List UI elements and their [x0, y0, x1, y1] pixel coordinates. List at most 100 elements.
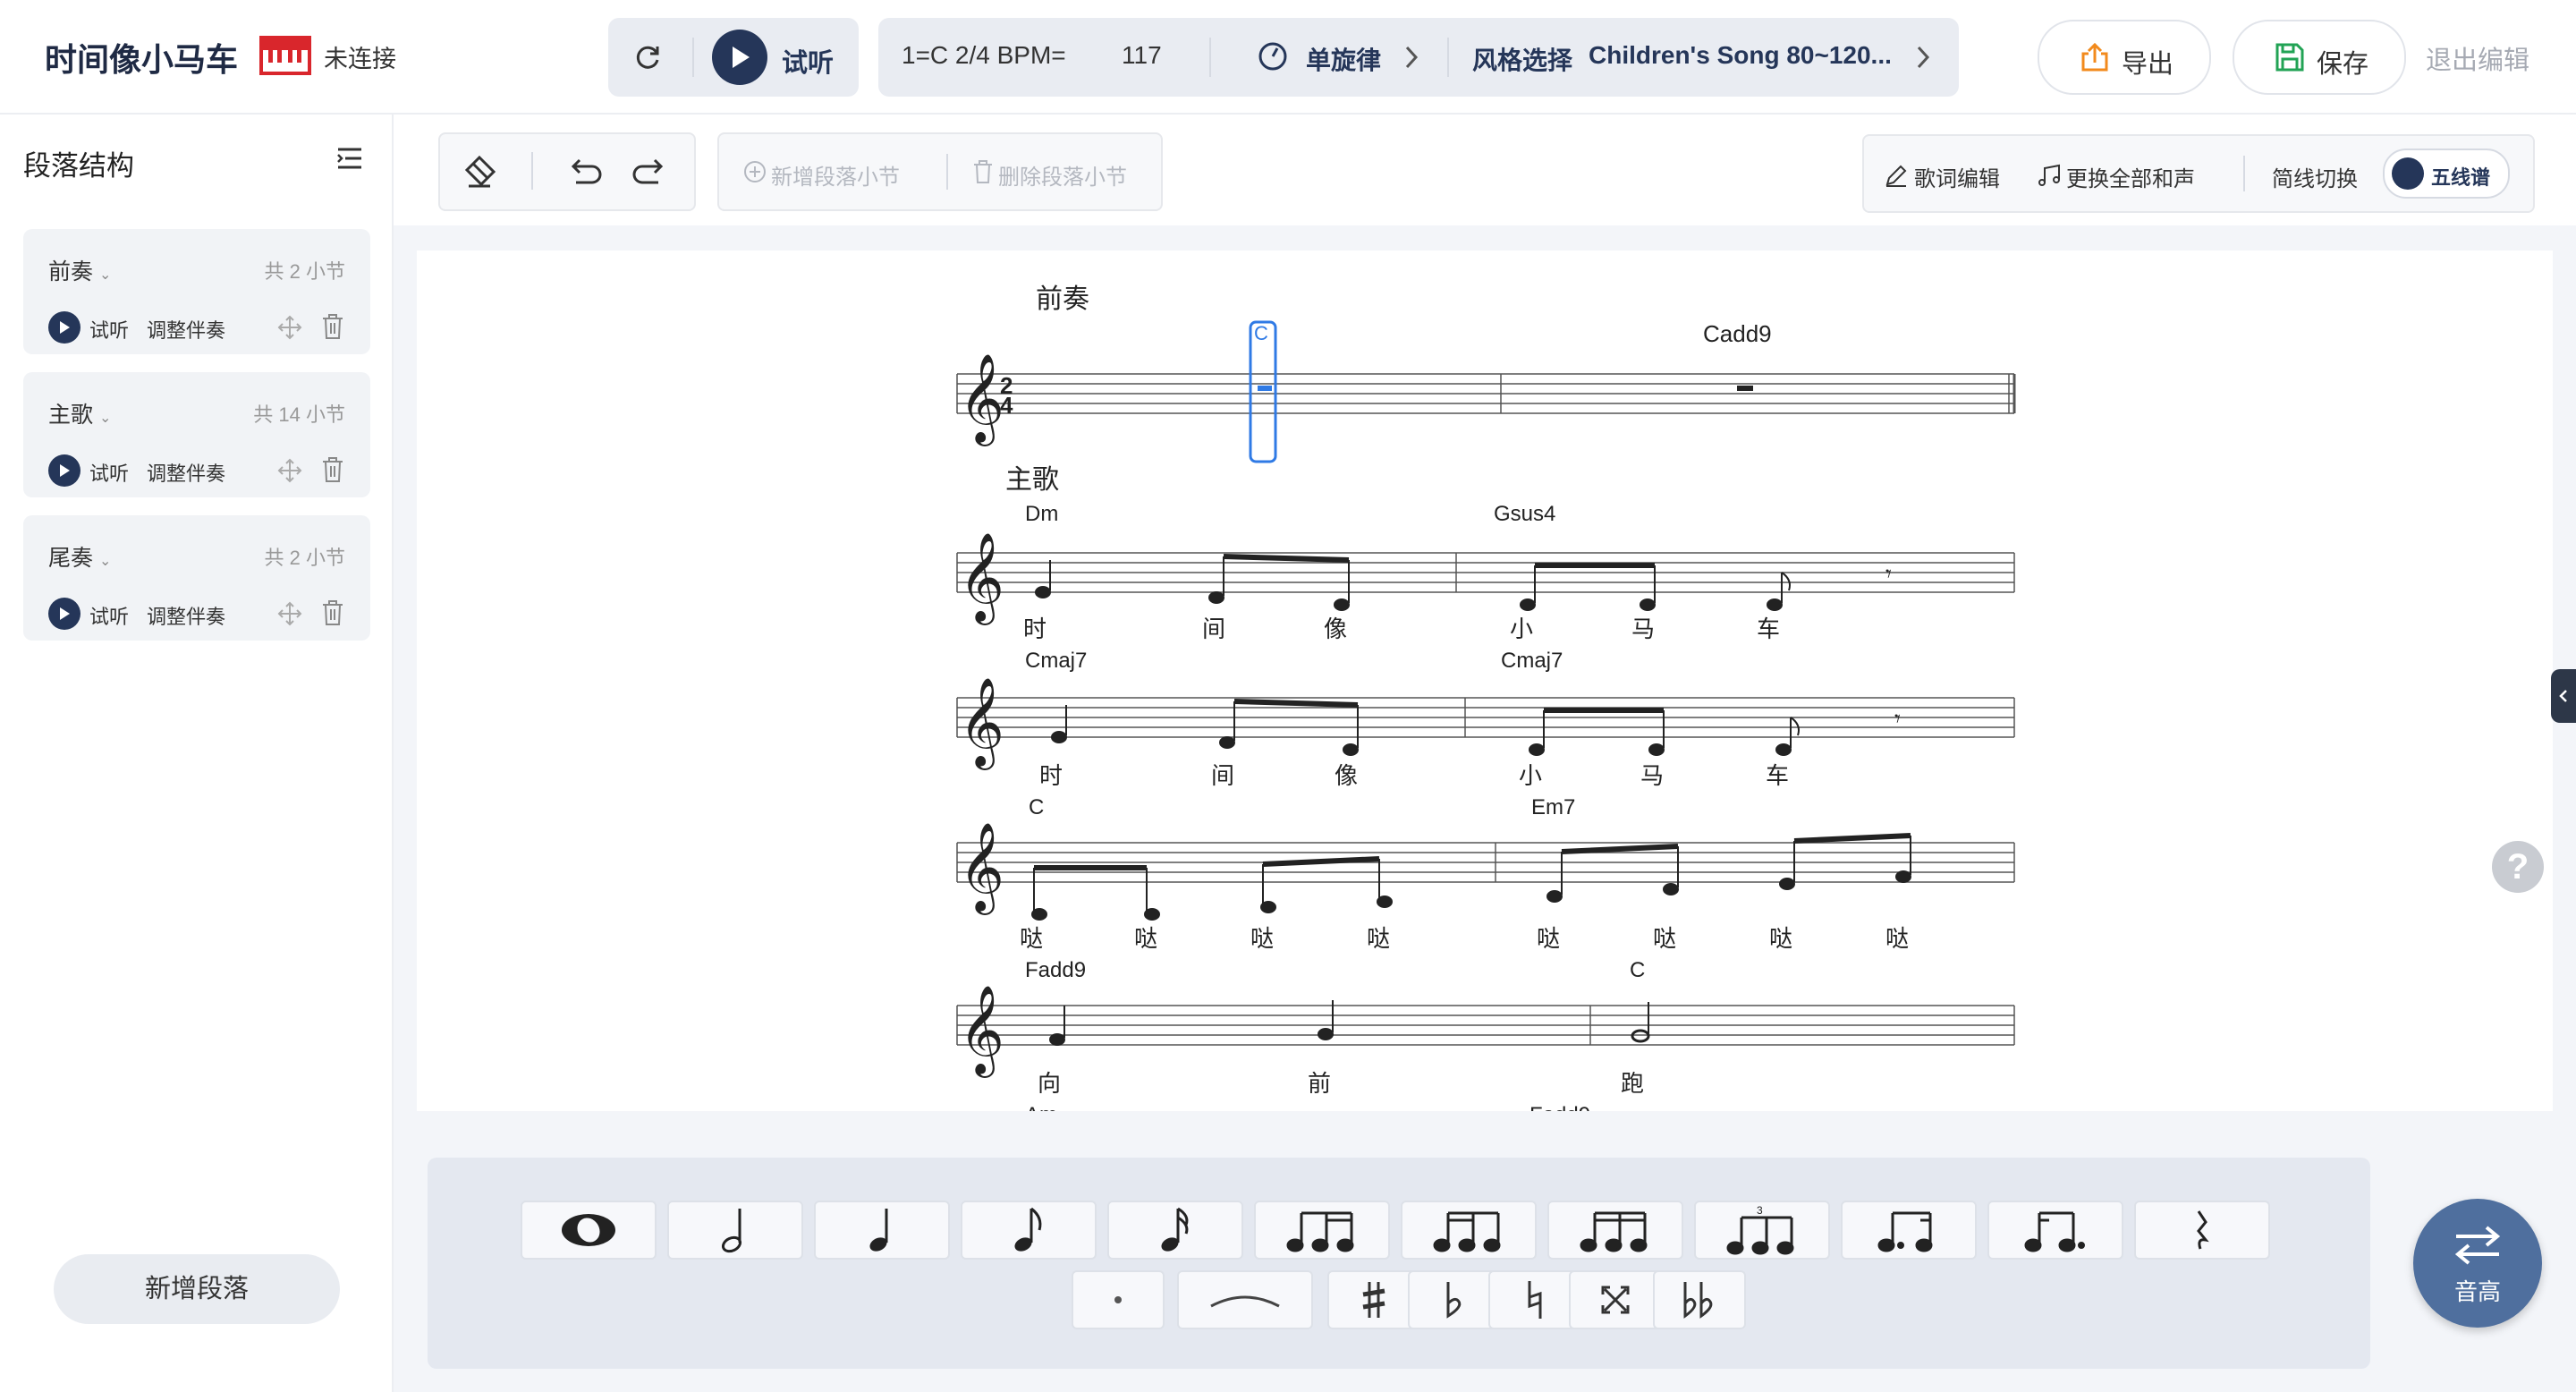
- move-icon[interactable]: [277, 315, 302, 340]
- chord-label[interactable]: C: [1254, 322, 1268, 344]
- chord-label[interactable]: Fadd9: [1530, 1103, 1590, 1111]
- trash-icon[interactable]: [320, 456, 345, 483]
- adjust-accompaniment-button[interactable]: 调整伴奏: [147, 315, 225, 344]
- lyrics-row-3[interactable]: 哒 哒 哒 哒 哒 哒 哒 哒: [1020, 925, 1909, 952]
- chord-label[interactable]: Am: [1025, 1103, 1057, 1111]
- quarter-note-button[interactable]: [814, 1201, 950, 1260]
- section-card-outro[interactable]: 尾奏 ⌄ 共 2 小节 试听 调整伴奏: [23, 515, 370, 641]
- section-card-verse[interactable]: 主歌 ⌄ 共 14 小节 试听 调整伴奏: [23, 372, 370, 497]
- lyrics-edit-button[interactable]: 歌词编辑: [1914, 161, 2000, 192]
- lyric[interactable]: 向: [1038, 1070, 1061, 1097]
- half-note-button[interactable]: [667, 1201, 803, 1260]
- lyric[interactable]: 小: [1519, 762, 1542, 789]
- score-canvas[interactable]: 前奏 主歌 𝄞 2 4 C Cadd9 𝄞 Dm Gsus4 𝄾 时 间 像 小…: [417, 250, 2553, 1111]
- melody-mode-selector[interactable]: 单旋律: [1306, 41, 1381, 77]
- natural-button[interactable]: [1488, 1270, 1581, 1329]
- undo-icon[interactable]: [565, 156, 603, 190]
- tie-button[interactable]: [1177, 1270, 1313, 1329]
- add-section-button[interactable]: 新增段落: [54, 1254, 340, 1324]
- collapse-panel-tab[interactable]: [2551, 669, 2576, 723]
- chord-label[interactable]: Cadd9: [1703, 320, 1772, 347]
- eighth-rest[interactable]: 𝄾: [1894, 705, 1901, 732]
- chord-label[interactable]: C: [1630, 958, 1645, 982]
- section-name[interactable]: 前奏 ⌄: [48, 254, 111, 286]
- eighth-two-sixteenths-button[interactable]: [1254, 1201, 1390, 1260]
- section-card-intro[interactable]: 前奏 ⌄ 共 2 小节 试听 调整伴奏: [23, 229, 370, 354]
- help-button[interactable]: ?: [2492, 841, 2544, 893]
- lyric[interactable]: 哒: [1769, 925, 1792, 952]
- chord-label[interactable]: Cmaj7: [1501, 649, 1563, 673]
- adjust-accompaniment-button[interactable]: 调整伴奏: [147, 601, 225, 630]
- replace-chords-button[interactable]: 更换全部和声: [2066, 161, 2195, 192]
- lyric[interactable]: 像: [1324, 615, 1347, 642]
- notes-row-4[interactable]: [1049, 1000, 1650, 1046]
- eighth-note-button[interactable]: [961, 1201, 1097, 1260]
- section-audition-label[interactable]: 试听: [89, 601, 129, 630]
- chord-label[interactable]: Em7: [1531, 795, 1575, 819]
- move-icon[interactable]: [277, 458, 302, 483]
- lyric[interactable]: 哒: [1134, 925, 1157, 952]
- whole-note-button[interactable]: [521, 1201, 657, 1260]
- lyric[interactable]: 时: [1023, 615, 1046, 642]
- audition-button-label[interactable]: 试听: [782, 42, 834, 80]
- redo-icon[interactable]: [631, 156, 669, 190]
- trash-icon[interactable]: [320, 313, 345, 340]
- chord-label[interactable]: C: [1029, 795, 1044, 819]
- trash-icon[interactable]: [320, 599, 345, 626]
- lyric[interactable]: 车: [1766, 762, 1789, 789]
- sixteenth-dotted-eighth-button[interactable]: [1987, 1201, 2123, 1260]
- export-button[interactable]: 导出: [2038, 20, 2211, 95]
- lyric[interactable]: 哒: [1653, 925, 1676, 952]
- section-play-button[interactable]: [48, 454, 80, 487]
- notes-row-3[interactable]: [1031, 833, 1911, 921]
- add-measure-button[interactable]: 新增段落小节: [771, 159, 900, 191]
- four-sixteenths-button[interactable]: [1547, 1201, 1683, 1260]
- eraser-icon[interactable]: [462, 154, 497, 190]
- lyric[interactable]: 马: [1631, 615, 1655, 642]
- delete-measure-button[interactable]: 删除段落小节: [998, 159, 1127, 191]
- section-name[interactable]: 尾奏 ⌄: [48, 540, 111, 573]
- quarter-rest-button[interactable]: [2134, 1201, 2270, 1260]
- lyric[interactable]: 间: [1202, 615, 1225, 642]
- notes-row-2[interactable]: [1051, 699, 1800, 756]
- lyric[interactable]: 前: [1308, 1070, 1331, 1097]
- lyric[interactable]: 哒: [1250, 925, 1274, 952]
- exit-edit-link[interactable]: 退出编辑: [2426, 39, 2529, 77]
- lyric[interactable]: 车: [1757, 615, 1780, 642]
- double-flat-button[interactable]: [1653, 1270, 1746, 1329]
- list-menu-icon[interactable]: [336, 147, 363, 170]
- notation-toggle[interactable]: 五线谱: [2383, 149, 2510, 199]
- section-play-button[interactable]: [48, 598, 80, 630]
- whole-rest[interactable]: [1258, 386, 1272, 391]
- lyric[interactable]: 哒: [1885, 925, 1909, 952]
- lyric[interactable]: 哒: [1367, 925, 1390, 952]
- lyric[interactable]: 哒: [1020, 925, 1043, 952]
- dotted-eighth-sixteenth-button[interactable]: [1841, 1201, 1977, 1260]
- lyric[interactable]: 马: [1640, 762, 1664, 789]
- lyric[interactable]: 时: [1039, 762, 1063, 789]
- section-play-button[interactable]: [48, 311, 80, 344]
- eighth-rest[interactable]: 𝄾: [1885, 560, 1892, 587]
- chord-label[interactable]: Gsus4: [1494, 502, 1555, 526]
- style-selector[interactable]: Children's Song 80~120...: [1589, 41, 1892, 70]
- notes-row-1[interactable]: [1035, 554, 1791, 611]
- pitch-button[interactable]: 音高: [2413, 1199, 2542, 1328]
- section-audition-label[interactable]: 试听: [89, 458, 129, 487]
- bpm-input[interactable]: 117: [1122, 41, 1162, 70]
- chord-label[interactable]: Dm: [1025, 502, 1058, 526]
- whole-rest[interactable]: [1737, 386, 1753, 391]
- adjust-accompaniment-button[interactable]: 调整伴奏: [147, 458, 225, 487]
- two-sixteenths-eighth-button[interactable]: [1401, 1201, 1537, 1260]
- section-name[interactable]: 主歌 ⌄: [48, 397, 111, 429]
- triplet-button[interactable]: 3: [1694, 1201, 1830, 1260]
- save-button[interactable]: 保存: [2233, 20, 2406, 95]
- staff-notation[interactable]: 前奏 主歌 𝄞 2 4 C Cadd9 𝄞 Dm Gsus4 𝄾 时 间 像 小…: [417, 250, 2553, 1111]
- lyric[interactable]: 小: [1510, 615, 1533, 642]
- lyric[interactable]: 间: [1211, 762, 1234, 789]
- dot-button[interactable]: [1072, 1270, 1165, 1329]
- flat-button[interactable]: [1408, 1270, 1501, 1329]
- chord-label[interactable]: Fadd9: [1025, 958, 1086, 982]
- lyric[interactable]: 跑: [1621, 1070, 1644, 1097]
- lyrics-row-1[interactable]: 时 间 像 小 马 车: [1023, 615, 1780, 642]
- lyrics-row-2[interactable]: 时 间 像 小 马 车: [1039, 762, 1789, 789]
